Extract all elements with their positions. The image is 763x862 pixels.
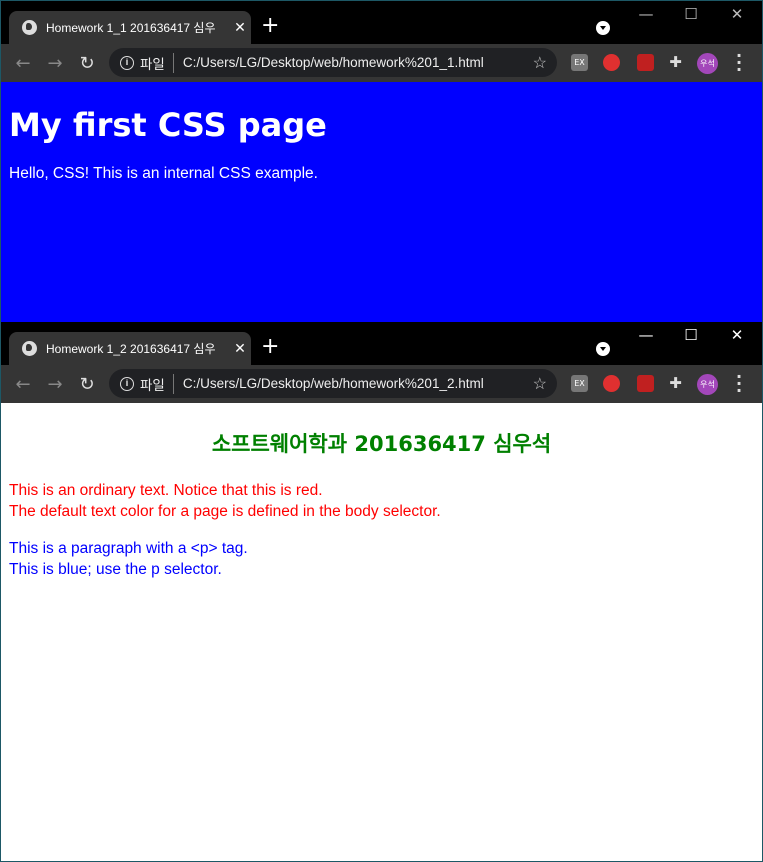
info-icon[interactable]: i [120,55,134,70]
red-text-line: The default text color for a page is def… [9,503,441,520]
back-button[interactable]: ← [7,374,39,395]
page-text: Hello, CSS! This is an internal CSS exam… [9,165,318,182]
tab-close-icon[interactable]: ✕ [229,340,251,357]
reload-button[interactable]: ↻ [71,53,103,74]
globe-icon [22,20,37,35]
new-tab-button[interactable]: + [261,15,279,37]
maximize-button[interactable]: ☐ [668,5,714,23]
extension-sync-icon[interactable] [603,375,620,392]
extension-ex-icon[interactable]: EX [571,54,588,71]
close-window-button[interactable]: ✕ [714,326,760,344]
tab-homework-1-2[interactable]: Homework 1_2 201636417 심우 ✕ [9,332,251,365]
bookmark-star-icon[interactable]: ☆ [533,374,547,394]
back-button[interactable]: ← [7,53,39,74]
extensions-puzzle-icon[interactable]: ✚ [667,375,684,392]
browser-window-2: Homework 1_2 201636417 심우 ✕ + — ☐ ✕ ← → … [1,322,762,861]
blue-text-line: This is a paragraph with a <p> tag. [9,540,248,557]
tab-search-icon[interactable] [596,342,610,356]
blue-text-line: This is blue; use the p selector. [9,561,222,578]
url-text[interactable]: C:/Users/LG/Desktop/web/homework%201_2.h… [183,376,533,391]
extension-sync-icon[interactable] [603,54,620,71]
tab-strip: Homework 1_1 201636417 심우 ✕ + — ☐ ✕ [1,1,762,44]
page-heading: 소프트웨어학과 201636417 심우석 [211,432,552,456]
page-content: 소프트웨어학과 201636417 심우석 This is an ordinar… [1,403,762,861]
maximize-button[interactable]: ☐ [668,326,714,344]
minimize-button[interactable]: — [623,5,669,23]
profile-avatar[interactable]: 우석 [697,53,718,74]
toolbar: ← → ↻ i 파일 C:/Users/LG/Desktop/web/homew… [1,365,762,403]
tab-title: Homework 1_2 201636417 심우 [46,342,216,356]
extensions-puzzle-icon[interactable]: ✚ [667,54,684,71]
address-bar[interactable]: i 파일 C:/Users/LG/Desktop/web/homework%20… [109,369,557,398]
bookmark-star-icon[interactable]: ☆ [533,53,547,73]
file-label: 파일 [140,373,174,394]
profile-avatar[interactable]: 우석 [697,374,718,395]
extension-forward-icon[interactable] [637,375,654,392]
tab-title: Homework 1_1 201636417 심우 [46,21,216,35]
red-text-line: This is an ordinary text. Notice that th… [9,482,323,499]
toolbar: ← → ↻ i 파일 C:/Users/LG/Desktop/web/homew… [1,44,762,82]
tab-search-icon[interactable] [596,21,610,35]
new-tab-button[interactable]: + [261,336,279,358]
forward-button[interactable]: → [39,374,71,395]
file-label: 파일 [140,52,174,73]
menu-button[interactable]: · · · [733,48,745,78]
menu-button[interactable]: · · · [733,369,745,399]
close-window-button[interactable]: ✕ [714,5,760,23]
url-text[interactable]: C:/Users/LG/Desktop/web/homework%201_1.h… [183,55,533,70]
forward-button[interactable]: → [39,53,71,74]
address-bar[interactable]: i 파일 C:/Users/LG/Desktop/web/homework%20… [109,48,557,77]
tab-homework-1-1[interactable]: Homework 1_1 201636417 심우 ✕ [9,11,251,44]
tab-close-icon[interactable]: ✕ [229,19,251,36]
page-content: My first CSS page Hello, CSS! This is an… [1,82,762,322]
minimize-button[interactable]: — [623,326,669,344]
tab-strip: Homework 1_2 201636417 심우 ✕ + — ☐ ✕ [1,322,762,365]
reload-button[interactable]: ↻ [71,374,103,395]
extension-forward-icon[interactable] [637,54,654,71]
extension-ex-icon[interactable]: EX [571,375,588,392]
page-heading: My first CSS page [9,106,327,144]
info-icon[interactable]: i [120,376,134,391]
blue-paragraph: This is a paragraph with a <p> tag. This … [9,538,754,580]
browser-window-1: Homework 1_1 201636417 심우 ✕ + — ☐ ✕ ← → … [1,1,762,322]
globe-icon [22,341,37,356]
